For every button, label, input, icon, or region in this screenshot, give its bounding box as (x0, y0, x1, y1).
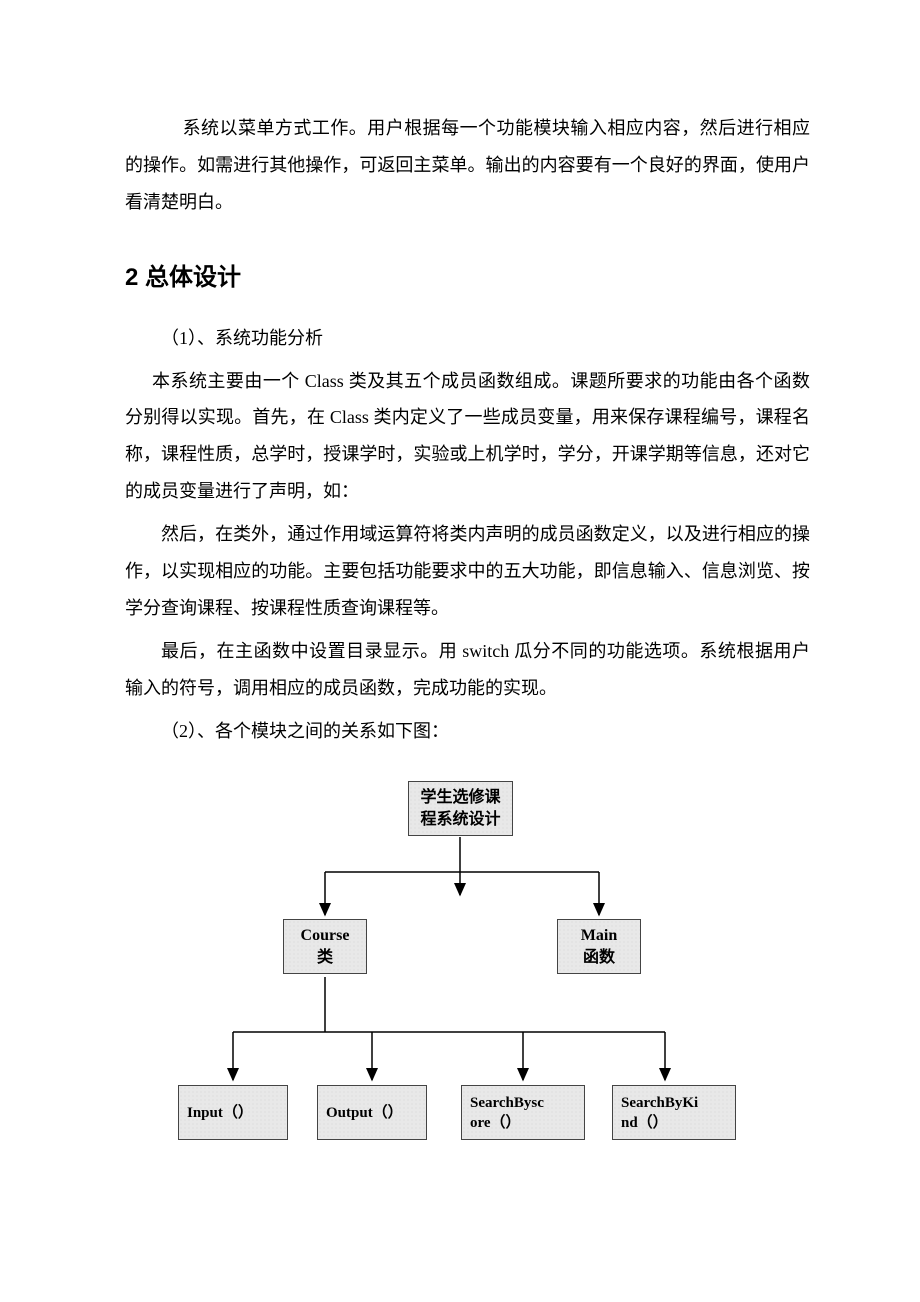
diagram-node-output: Output（） (317, 1085, 427, 1140)
diagram-node-input: Input（） (178, 1085, 288, 1140)
subsection-1-para-3: 最后，在主函数中设置目录显示。用 switch 瓜分不同的功能选项。系统根据用户… (125, 633, 810, 707)
node-label: Course 类 (301, 925, 350, 968)
document-page: 系统以菜单方式工作。用户根据每一个功能模块输入相应内容，然后进行相应的操作。如需… (0, 0, 920, 837)
subsection-1-title: （1）、系统功能分析 (125, 320, 810, 357)
diagram-node-root: 学生选修课 程系统设计 (408, 781, 513, 836)
node-label: Main 函数 (581, 925, 617, 968)
diagram-node-course: Course 类 (283, 919, 367, 974)
diagram-connectors (125, 777, 795, 1207)
node-label: Output（） (326, 1103, 403, 1123)
diagram-node-searchbyscore: SearchBysc ore（） (461, 1085, 585, 1140)
subsection-1-para-1: 本系统主要由一个 Class 类及其五个成员函数组成。课题所要求的功能由各个函数… (125, 363, 810, 511)
diagram-node-searchbykind: SearchByKi nd（） (612, 1085, 736, 1140)
node-label: SearchByKi nd（） (621, 1093, 698, 1134)
subsection-1-para-2: 然后，在类外，通过作用域运算符将类内声明的成员函数定义，以及进行相应的操作，以实… (125, 516, 810, 627)
intro-paragraph: 系统以菜单方式工作。用户根据每一个功能模块输入相应内容，然后进行相应的操作。如需… (125, 110, 810, 221)
node-label: SearchBysc ore（） (470, 1093, 544, 1134)
diagram-node-main: Main 函数 (557, 919, 641, 974)
subsection-2-title: （2）、各个模块之间的关系如下图： (125, 713, 810, 750)
node-label: Input（） (187, 1103, 253, 1123)
section-2-heading: 2 总体设计 (125, 257, 810, 292)
node-label: 学生选修课 程系统设计 (420, 787, 500, 830)
